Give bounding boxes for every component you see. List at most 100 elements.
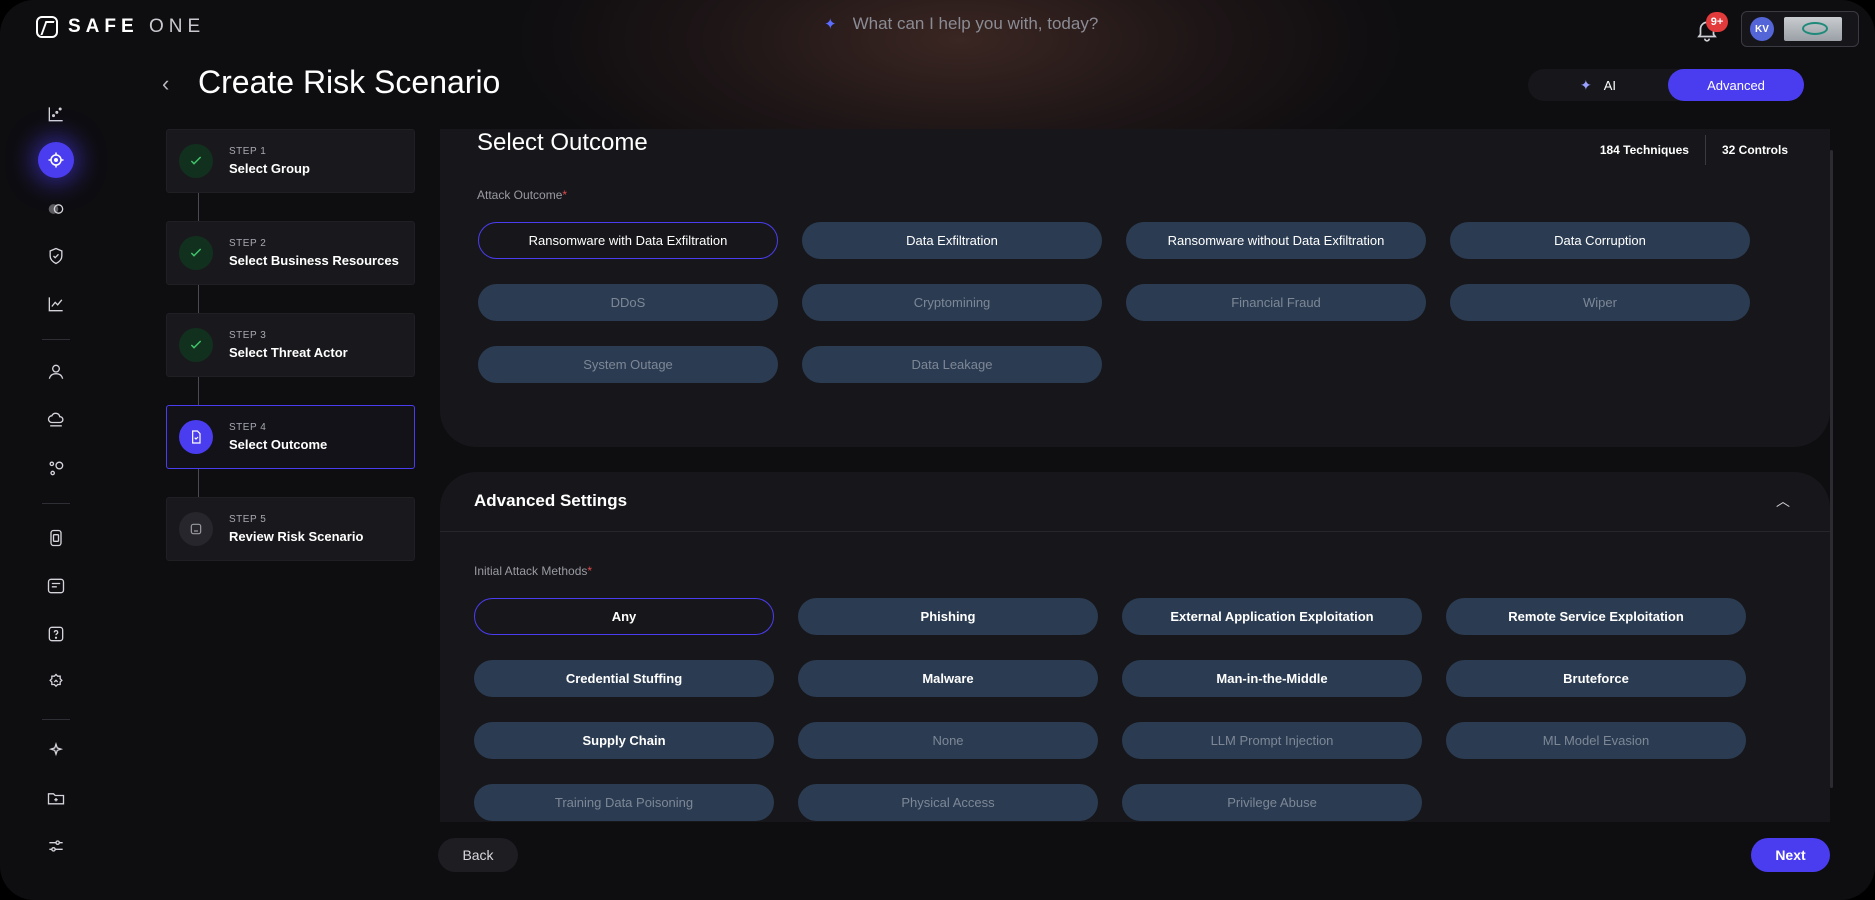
outcome-option[interactable]: Data Leakage [802,346,1102,383]
toggle-icon[interactable] [36,191,76,227]
attack-outcome-label: Attack Outcome* [477,188,568,202]
mode-toggle: ✦ AI Advanced [1528,69,1804,101]
outcome-option[interactable]: Ransomware without Data Exfiltration [1126,222,1426,259]
mode-advanced-button[interactable]: Advanced [1668,69,1804,101]
attack-method-option[interactable]: LLM Prompt Injection [1122,722,1422,759]
brand-name: SAFE ONE [68,16,206,37]
step-connector [198,377,199,405]
outcome-option[interactable]: System Outage [478,346,778,383]
select-outcome-panel: Select Outcome 184 Techniques 32 Control… [440,129,1830,447]
step-number: STEP 1 [229,146,267,157]
step-connector [198,193,199,221]
sparkle-icon: ✦ [824,16,837,33]
attack-method-option[interactable]: Training Data Poisoning [474,784,774,821]
step-number: STEP 4 [229,422,267,433]
step-connector [198,285,199,313]
step-label: Review Risk Scenario [229,529,364,544]
step-select-business-resources[interactable]: STEP 2 Select Business Resources [166,221,415,285]
check-icon [179,328,213,362]
attack-method-option[interactable]: Any [474,598,774,635]
next-button[interactable]: Next [1751,838,1830,872]
attack-method-option[interactable]: Phishing [798,598,1098,635]
techniques-count: 184 Techniques [1599,143,1689,157]
step-number: STEP 2 [229,238,267,249]
count-divider [1704,135,1706,165]
sparkle-icon[interactable] [36,732,76,768]
outcome-option[interactable]: Wiper [1450,284,1750,321]
attack-method-option[interactable]: Supply Chain [474,722,774,759]
mode-ai-button[interactable]: ✦ AI [1528,77,1668,94]
step-label: Select Business Resources [229,253,399,268]
outcome-option[interactable]: DDoS [478,284,778,321]
step-review-risk-scenario[interactable]: STEP 5 Review Risk Scenario [166,497,415,561]
attack-method-option[interactable]: Bruteforce [1446,660,1746,697]
avatar: KV [1750,17,1774,41]
outcome-option[interactable]: Data Corruption [1450,222,1750,259]
list-icon[interactable] [36,568,76,604]
app-window: SAFE ONE ✦ 9+ KV [0,0,1875,900]
organization-logo [1784,17,1842,41]
page-title: Create Risk Scenario [198,64,501,100]
check-icon [179,144,213,178]
outcome-document-icon [179,420,213,454]
trend-chart-icon[interactable] [36,286,76,322]
attack-method-option[interactable]: ML Model Evasion [1446,722,1746,759]
outcome-option[interactable]: Cryptomining [802,284,1102,321]
risk-target-icon[interactable] [38,142,74,178]
report-icon[interactable] [36,520,76,556]
settings-gear-icon[interactable] [36,664,76,700]
required-asterisk: * [562,188,568,202]
attack-method-option[interactable]: Man-in-the-Middle [1122,660,1422,697]
rail-divider [42,339,70,340]
attack-method-option[interactable]: Physical Access [798,784,1098,821]
outcome-option[interactable]: Data Exfiltration [802,222,1102,259]
section-title: Advanced Settings [474,491,628,510]
step-label: Select Outcome [229,437,328,452]
technique-control-counts: 184 Techniques 32 Controls [1600,135,1788,165]
integrations-icon[interactable] [36,450,76,486]
step-label: Select Threat Actor [229,345,348,360]
attack-method-option[interactable]: None [798,722,1098,759]
help-icon[interactable] [36,616,76,652]
step-label: Select Group [229,161,310,176]
rail-divider [42,503,70,504]
content-scrollbar[interactable] [1830,150,1833,788]
assistant-search: ✦ [824,14,1173,34]
step-number: STEP 5 [229,514,267,525]
brand-logo[interactable]: SAFE ONE [36,16,205,38]
sliders-icon[interactable] [36,828,76,864]
check-icon [179,236,213,270]
attack-method-option[interactable]: Privilege Abuse [1122,784,1422,821]
notification-badge: 9+ [1706,12,1728,32]
step-select-threat-actor[interactable]: STEP 3 Select Threat Actor [166,313,415,377]
section-title: Select Outcome [477,129,648,156]
folder-add-icon[interactable] [36,780,76,816]
attack-method-option[interactable]: Malware [798,660,1098,697]
assistant-search-input[interactable] [852,14,1173,34]
required-asterisk: * [587,564,593,578]
outcome-option[interactable]: Financial Fraud [1126,284,1426,321]
outcome-option[interactable]: Ransomware with Data Exfiltration [478,222,778,259]
rail-divider [42,719,70,720]
shield-check-icon[interactable] [36,238,76,274]
user-icon[interactable] [36,354,76,390]
attack-method-option[interactable]: Remote Service Exploitation [1446,598,1746,635]
attack-method-option[interactable]: Credential Stuffing [474,660,774,697]
chevron-up-icon[interactable]: ︿ [1776,491,1790,511]
back-button[interactable]: Back [438,838,518,872]
attack-method-option[interactable]: External Application Exploitation [1122,598,1422,635]
step-select-group[interactable]: STEP 1 Select Group [166,129,415,193]
step-number: STEP 3 [229,330,267,341]
controls-count: 32 Controls [1721,143,1788,157]
safe-logo-icon [36,16,58,38]
cloud-icon[interactable] [36,402,76,438]
sparkle-icon: ✦ [1579,76,1592,93]
dashboard-icon[interactable] [36,96,76,132]
advanced-settings-header[interactable]: Advanced Settings ︿ [440,472,1830,532]
step-select-outcome[interactable]: STEP 4 Select Outcome [166,405,415,469]
review-icon [179,512,213,546]
step-connector [198,469,199,497]
advanced-settings-panel: Advanced Settings ︿ Initial Attack Metho… [440,472,1830,822]
back-chevron-icon[interactable]: ‹ [162,72,180,96]
user-org-switcher[interactable]: KV [1741,11,1859,47]
